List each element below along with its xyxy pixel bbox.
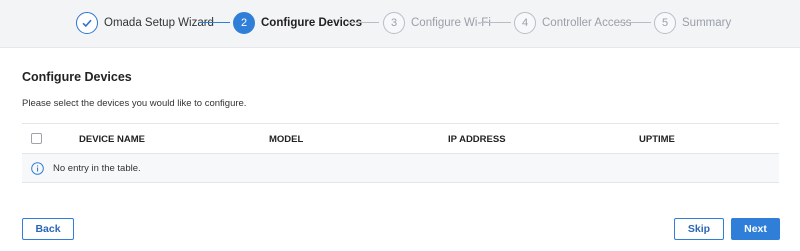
- setup-stepper: Omada Setup Wizard 2 Configure Devices 3…: [0, 0, 800, 48]
- step-label: Configure Wi-Fi: [411, 17, 491, 29]
- info-icon: [31, 162, 44, 175]
- step-number: 2: [233, 12, 255, 34]
- column-header-model[interactable]: MODEL: [269, 134, 303, 145]
- next-button[interactable]: Next: [731, 218, 780, 240]
- table-header: DEVICE NAME MODEL IP ADDRESS UPTIME: [22, 123, 779, 154]
- checkmark-icon: [76, 12, 98, 34]
- step-connector: [481, 22, 511, 23]
- step-label: Summary: [682, 17, 732, 29]
- step-connector: [199, 22, 230, 23]
- select-all-checkbox[interactable]: [31, 133, 42, 144]
- step-number: 5: [654, 12, 676, 34]
- back-button[interactable]: Back: [22, 218, 74, 240]
- step-omada-setup-wizard: Omada Setup Wizard: [76, 11, 214, 35]
- step-configure-wifi: 3 Configure Wi-Fi: [383, 11, 491, 35]
- column-header-ip-address[interactable]: IP ADDRESS: [448, 134, 506, 145]
- devices-table: DEVICE NAME MODEL IP ADDRESS UPTIME No e…: [22, 123, 779, 183]
- step-summary: 5 Summary: [654, 11, 731, 35]
- empty-table-row: No entry in the table.: [22, 154, 779, 183]
- step-connector: [348, 22, 379, 23]
- step-number: 4: [514, 12, 536, 34]
- column-header-device-name[interactable]: DEVICE NAME: [79, 134, 145, 145]
- step-label: Omada Setup Wizard: [104, 17, 214, 29]
- step-configure-devices: 2 Configure Devices: [233, 11, 362, 35]
- column-header-uptime[interactable]: UPTIME: [639, 134, 675, 145]
- empty-message: No entry in the table.: [53, 163, 141, 174]
- skip-button[interactable]: Skip: [674, 218, 724, 240]
- step-controller-access: 4 Controller Access: [514, 11, 631, 35]
- step-number: 3: [383, 12, 405, 34]
- step-label: Configure Devices: [261, 17, 362, 29]
- step-connector: [619, 22, 651, 23]
- step-label: Controller Access: [542, 17, 632, 29]
- page-title: Configure Devices: [22, 70, 132, 84]
- page-subtitle: Please select the devices you would like…: [22, 98, 247, 109]
